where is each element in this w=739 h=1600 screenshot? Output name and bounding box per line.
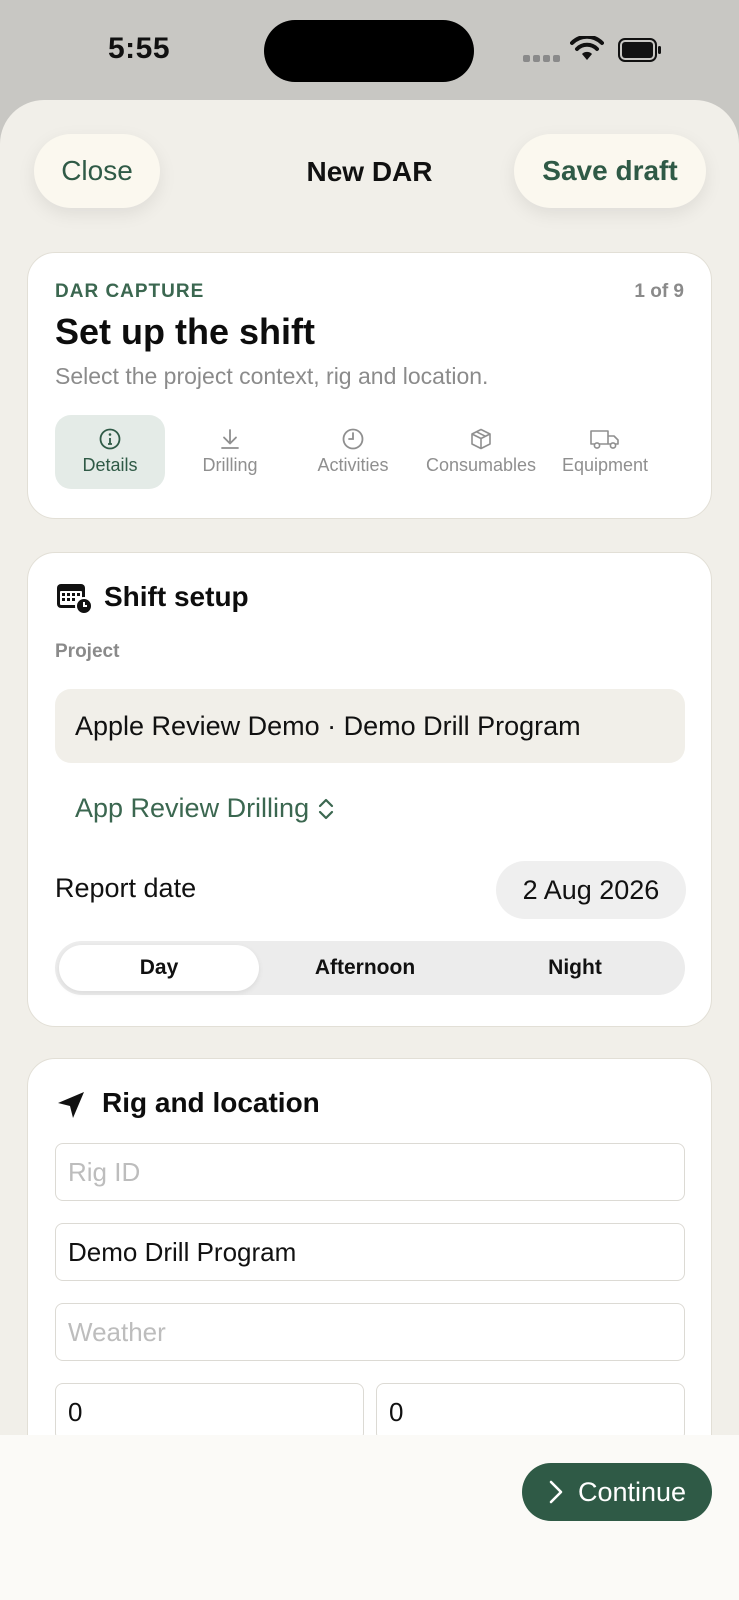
shift-night-option[interactable]: Night: [475, 945, 675, 991]
program-input[interactable]: Demo Drill Program: [55, 1223, 685, 1281]
step-subtitle: Select the project context, rig and loca…: [55, 363, 489, 389]
save-draft-button[interactable]: Save draft: [514, 134, 706, 208]
tab-activities[interactable]: Activities: [298, 415, 408, 489]
numeric-input-left[interactable]: 0: [55, 1383, 364, 1441]
continue-label: Continue: [577, 1476, 687, 1507]
dynamic-island: [264, 20, 474, 82]
project-picker-value: App Review Drilling: [75, 793, 310, 823]
tab-details[interactable]: Details: [55, 415, 165, 489]
dar-capture-card: DAR CAPTURE 1 of 9 Set up the shift Sele…: [27, 252, 712, 519]
rig-id-input[interactable]: Rig ID: [55, 1143, 685, 1201]
tab-activities-label: Activities: [317, 455, 389, 475]
box-icon: [471, 428, 491, 450]
shift-setup-card: Shift setup Project Apple Review Demo · …: [27, 552, 712, 1027]
weather-input[interactable]: Weather: [55, 1303, 685, 1361]
status-bar: 5:55: [0, 0, 739, 100]
project-picker[interactable]: App Review Drilling: [75, 793, 335, 824]
project-field[interactable]: Apple Review Demo · Demo Drill Program: [55, 689, 685, 763]
battery-icon: [618, 38, 661, 62]
new-dar-sheet: Close New DAR Save draft DAR CAPTURE 1 o…: [0, 100, 739, 1600]
step-indicator: 1 of 9: [634, 281, 684, 302]
wifi-icon: [570, 36, 604, 60]
tab-consumables-label: Consumables: [425, 455, 537, 475]
truck-icon: [590, 430, 619, 449]
info-icon: [99, 428, 121, 450]
tab-details-label: Details: [82, 455, 138, 475]
rig-location-title: Rig and location: [102, 1087, 320, 1118]
chevron-up-down-icon: [318, 798, 334, 819]
location-arrow-icon: [58, 1092, 84, 1118]
report-date-picker[interactable]: 2 Aug 2026: [496, 861, 686, 919]
status-time: 5:55: [108, 32, 171, 65]
project-label: Project: [55, 641, 120, 662]
shift-setup-title: Shift setup: [104, 581, 249, 612]
shift-segmented-control: Day Afternoon Night: [55, 941, 685, 995]
step-title: Set up the shift: [55, 311, 315, 352]
tab-drilling-label: Drilling: [202, 455, 258, 475]
dar-capture-eyebrow: DAR CAPTURE: [55, 281, 205, 302]
numeric-input-right[interactable]: 0: [376, 1383, 685, 1441]
clock-icon: [342, 428, 364, 450]
shift-afternoon-option[interactable]: Afternoon: [265, 945, 465, 991]
report-date-label: Report date: [55, 873, 197, 903]
shift-day-option[interactable]: Day: [59, 945, 259, 991]
calendar-clock-icon: [57, 584, 93, 615]
tab-equipment[interactable]: Equipment: [555, 415, 655, 489]
tab-consumables[interactable]: Consumables: [418, 415, 544, 489]
tab-equipment-label: Equipment: [561, 455, 649, 475]
step-tabs: Details Drilling Activities Consumables …: [55, 415, 685, 489]
continue-button[interactable]: Continue: [522, 1463, 712, 1521]
download-icon: [221, 429, 239, 449]
cellular-signal-icon: [523, 55, 560, 62]
tab-drilling[interactable]: Drilling: [175, 415, 285, 489]
chevron-right-icon: [549, 1480, 563, 1504]
